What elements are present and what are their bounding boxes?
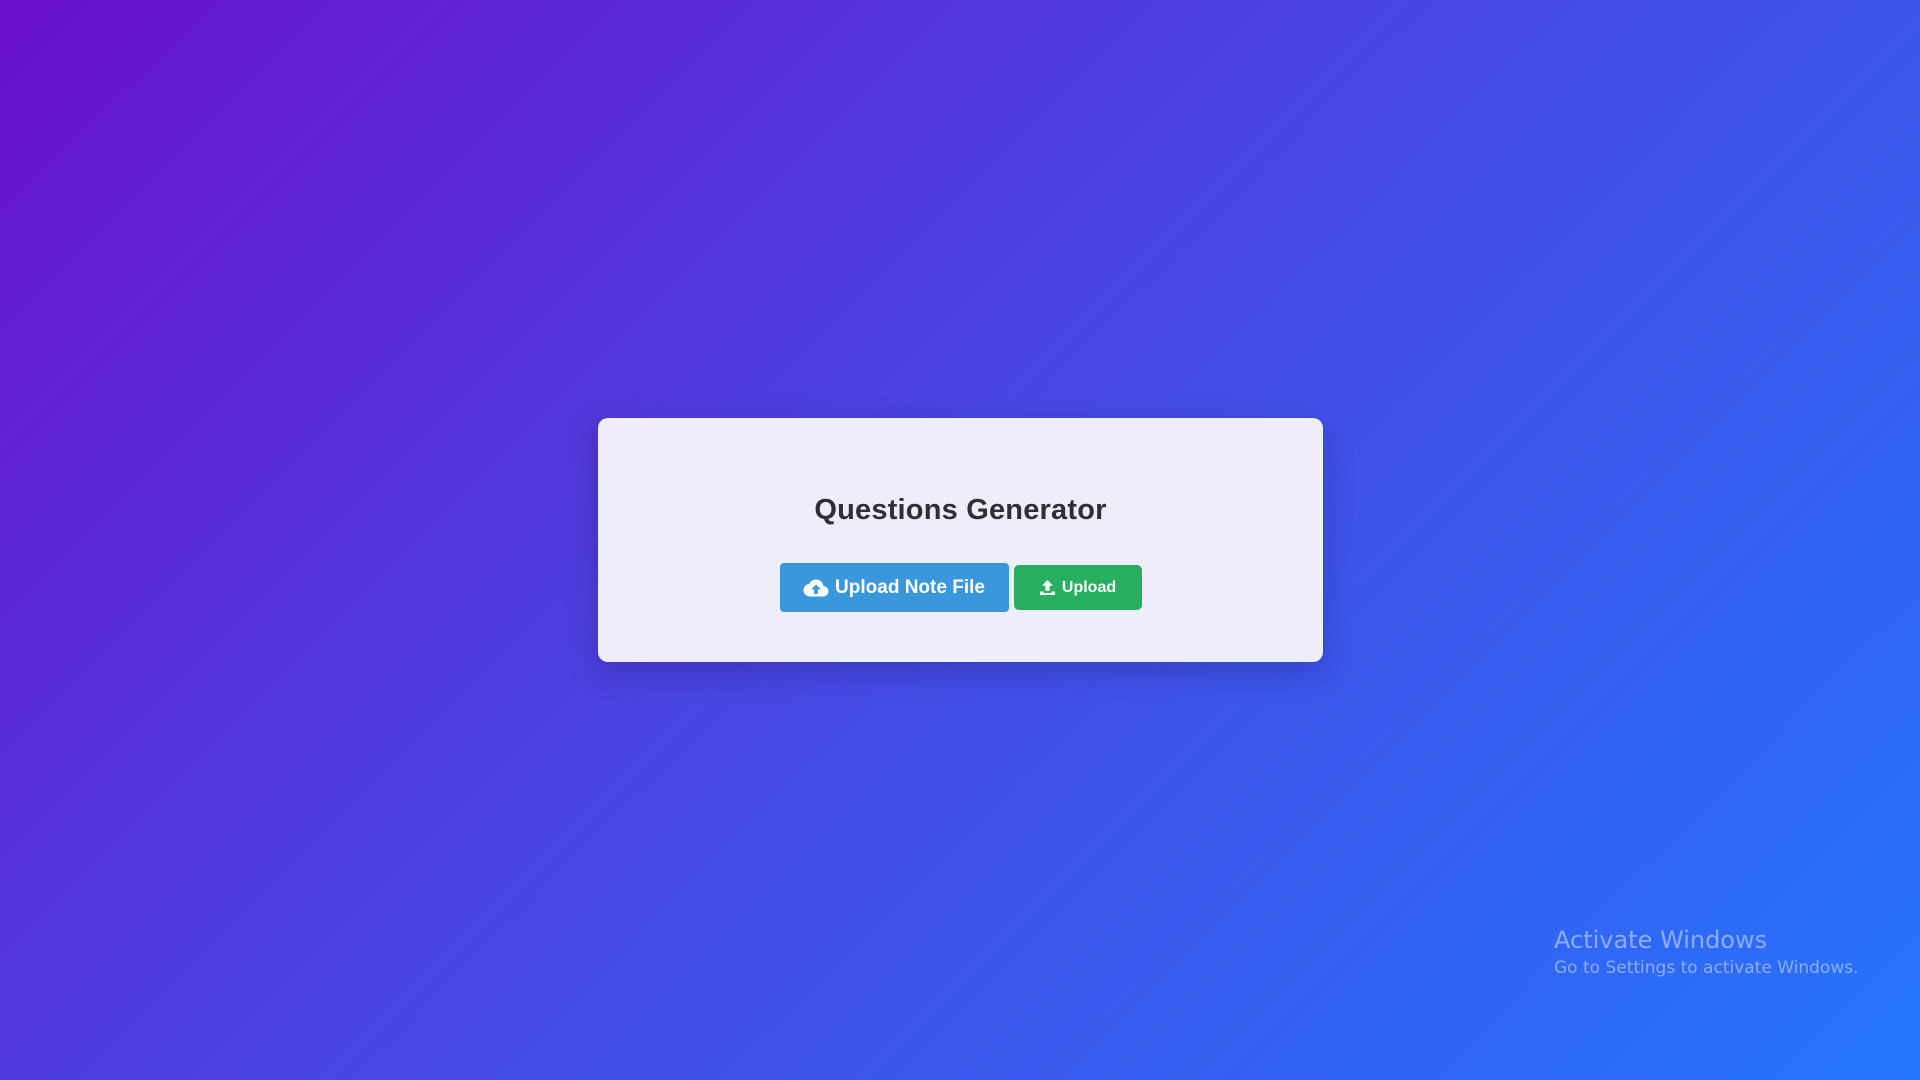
upload-note-file-button[interactable]: Upload Note File	[779, 563, 1009, 612]
upload-note-file-label: Upload Note File	[835, 576, 985, 598]
watermark-subtitle: Go to Settings to activate Windows.	[1554, 958, 1859, 978]
upload-label: Upload	[1061, 578, 1117, 596]
upload-icon	[1039, 579, 1056, 596]
activate-windows-watermark: Activate Windows Go to Settings to activ…	[1554, 924, 1859, 980]
page-title: Questions Generator	[814, 494, 1107, 526]
upload-button[interactable]: Upload	[1013, 565, 1142, 610]
cloud-upload-icon	[803, 578, 829, 598]
upload-actions: Upload Note File Upload	[598, 563, 1323, 612]
upload-card: Questions Generator Upload Note File Upl…	[598, 418, 1323, 662]
watermark-title: Activate Windows	[1554, 926, 1768, 954]
